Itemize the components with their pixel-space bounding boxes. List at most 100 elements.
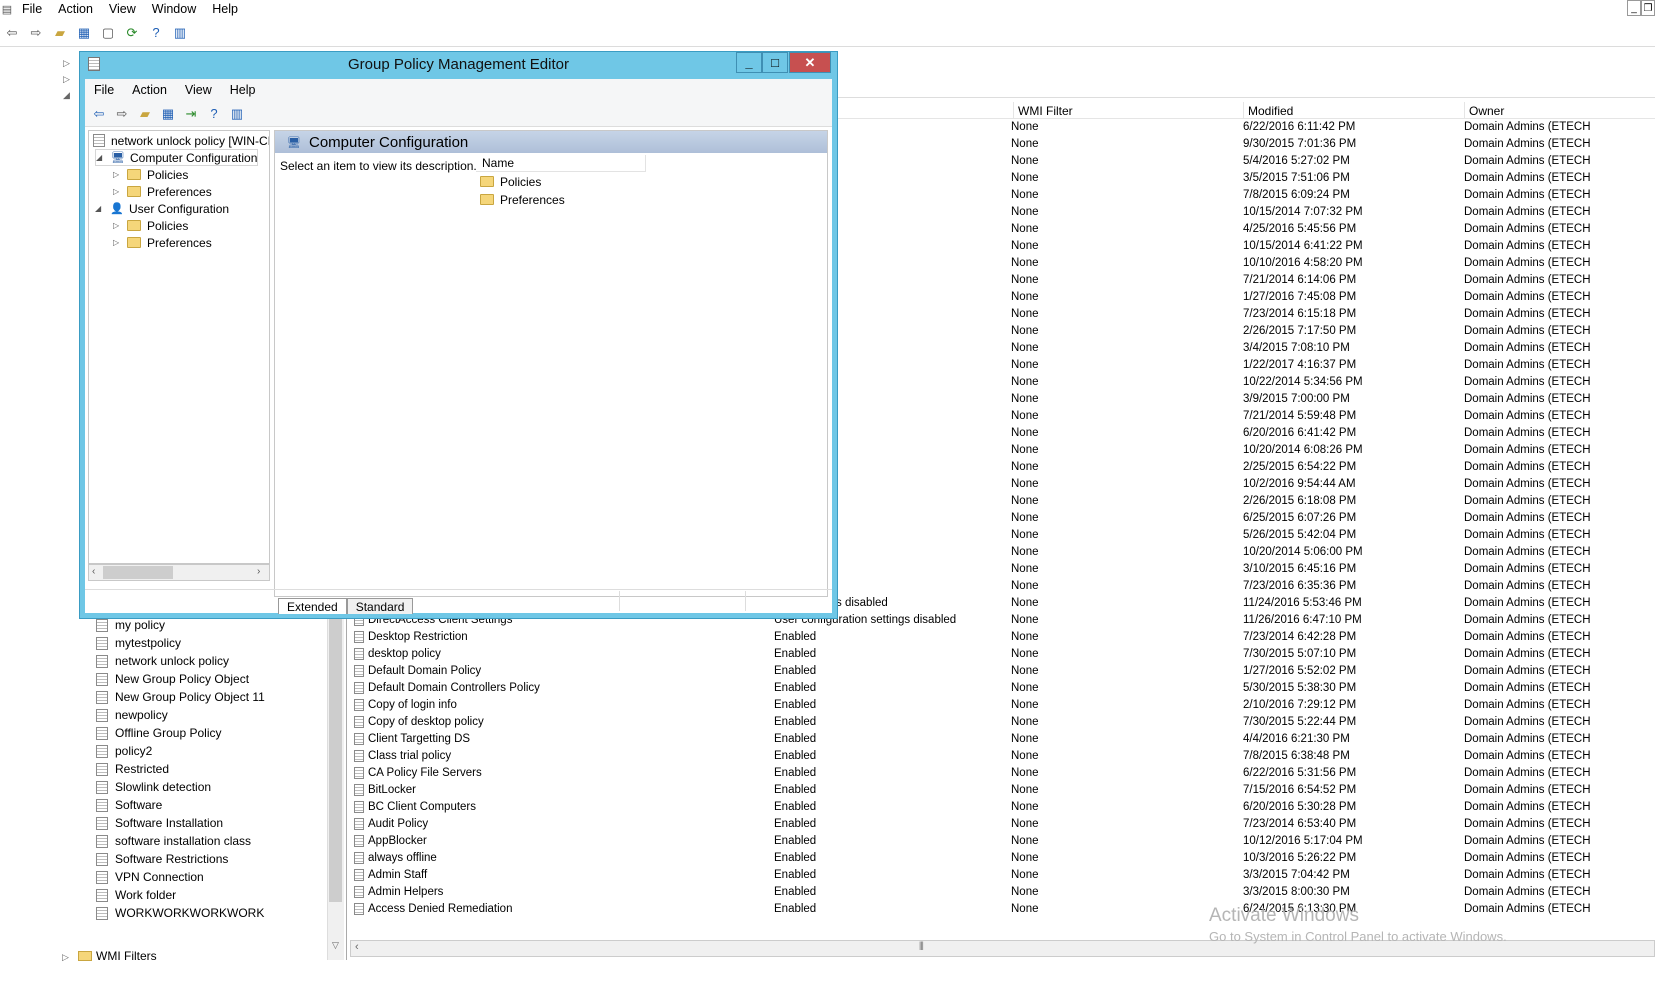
back-icon[interactable]: ⇦ [2, 23, 22, 43]
gpo-list-item[interactable]: WORKWORKWORKWORK [82, 904, 347, 922]
gpo-icon [96, 636, 108, 650]
tree-uc-policies[interactable]: ▷ Policies [113, 217, 188, 234]
col-wmi-filter[interactable]: WMI Filter [1013, 102, 1073, 119]
col-name[interactable]: Name [476, 155, 646, 172]
tree-scroll-thumb[interactable] [103, 566, 173, 579]
table-row[interactable]: Admin Helpers Enabled None 3/3/2015 8:00:30… [352, 884, 1655, 901]
minimize-button[interactable]: _ [736, 52, 762, 73]
bg-menu-view[interactable]: View [101, 2, 144, 16]
table-row[interactable]: Desktop Restriction Enabled None 7/23/2014 … [352, 629, 1655, 646]
gpo-list-item[interactable]: Restricted [82, 760, 347, 778]
export-list-icon[interactable]: ⇥ [181, 104, 201, 124]
gpo-list-item[interactable]: Software Installation [82, 814, 347, 832]
gpo-list-item-label: my policy [115, 618, 166, 632]
cell-modified: 10/10/2016 4:58:20 PM [1243, 257, 1363, 269]
gpo-list-item[interactable]: Offline Group Policy [82, 724, 347, 742]
forward-icon[interactable]: ⇨ [112, 104, 132, 124]
policy-tree: network unlock policy [WIN-CH ◢ 🖥 Comput… [88, 130, 270, 564]
scroll-left-icon[interactable]: ‹ [355, 941, 359, 953]
col-owner[interactable]: Owner [1464, 102, 1504, 119]
gpo-list-item[interactable]: New Group Policy Object 11 [82, 688, 347, 706]
cell-wmi: None [1011, 240, 1039, 252]
expand-icon[interactable]: ▷ [113, 221, 127, 230]
tree-computer-configuration[interactable]: ◢ 🖥 Computer Configuration [95, 149, 259, 166]
gpo-list-item[interactable]: newpolicy [82, 706, 347, 724]
back-icon[interactable]: ⇦ [89, 104, 109, 124]
bg-menu-window[interactable]: Window [144, 2, 204, 16]
gpo-list-item[interactable]: policy2 [82, 742, 347, 760]
table-row[interactable]: Default Domain Controllers Policy Enabled… [352, 680, 1655, 697]
show-hide-tree-icon[interactable]: ▦ [158, 104, 178, 124]
table-row[interactable]: desktop policy Enabled None 7/30/2015 5:07:… [352, 646, 1655, 663]
maximize-button[interactable]: □ [762, 52, 788, 73]
close-button[interactable]: ✕ [789, 52, 831, 73]
bg-minimize-button[interactable]: _ [1627, 0, 1641, 16]
menu-action[interactable]: Action [123, 83, 176, 97]
tree-uc-preferences[interactable]: ▷ Preferences [113, 234, 212, 251]
up-folder-icon[interactable]: ▰ [135, 104, 155, 124]
cell-owner: Domain Admins (ETECH [1464, 308, 1591, 320]
tree-cc-policies[interactable]: ▷ Policies [113, 166, 188, 183]
gpo-list-item[interactable]: software installation class [82, 832, 347, 850]
cell-modified: 9/30/2015 7:01:36 PM [1243, 138, 1357, 150]
detail-item-policies[interactable]: Policies [480, 173, 541, 190]
bg-menu-help[interactable]: Help [204, 2, 246, 16]
collapse-icon[interactable]: ◢ [96, 153, 110, 162]
table-row[interactable]: Admin Staff Enabled None 3/3/2015 7:04:42 P… [352, 867, 1655, 884]
collapse-icon[interactable]: ◢ [95, 204, 109, 213]
menu-file[interactable]: File [85, 83, 123, 97]
table-row[interactable]: Copy of desktop policy Enabled None 7/30/20… [352, 714, 1655, 731]
tree-root[interactable]: network unlock policy [WIN-CH [91, 132, 269, 149]
cell-owner: Domain Admins (ETECH [1464, 682, 1591, 694]
table-row[interactable]: Access Denied Remediation Enabled None 6/24… [352, 901, 1655, 918]
gpo-list-item[interactable]: network unlock policy [82, 652, 347, 670]
forward-icon[interactable]: ⇨ [26, 23, 46, 43]
bg-menu-file[interactable]: File [14, 2, 50, 16]
help-icon[interactable]: ? [204, 104, 224, 124]
help-icon[interactable]: ? [146, 23, 166, 43]
menu-help[interactable]: Help [221, 83, 265, 97]
show-hide-tree-icon[interactable]: ▦ [74, 23, 94, 43]
table-row[interactable]: Default Domain Policy Enabled None 1/27/201… [352, 663, 1655, 680]
left-scroll-thumb[interactable] [329, 612, 342, 902]
gpo-list-item[interactable]: Software Restrictions [82, 850, 347, 868]
tab-standard[interactable]: Standard [346, 598, 414, 614]
expand-icon[interactable]: ▷ [113, 238, 127, 247]
bg-menu-action[interactable]: Action [50, 2, 101, 16]
refresh-icon[interactable]: ⟳ [122, 23, 142, 43]
tree-user-configuration[interactable]: ◢ 👤 User Configuration [95, 200, 229, 217]
table-row[interactable]: BC Client Computers Enabled None 6/20/2016 … [352, 799, 1655, 816]
scroll-left-icon[interactable]: ‹ [92, 566, 95, 577]
expand-icon[interactable]: ▷ [113, 170, 127, 179]
gpo-list-item[interactable]: mytestpolicy [82, 634, 347, 652]
tab-extended[interactable]: Extended [278, 598, 347, 614]
properties-icon[interactable]: ▢ [98, 23, 118, 43]
table-row[interactable]: Copy of login info Enabled None 2/10/2016 7… [352, 697, 1655, 714]
gpo-list-item[interactable]: VPN Connection [82, 868, 347, 886]
scroll-down-icon[interactable]: ▽ [332, 940, 339, 951]
table-row[interactable]: CA Policy File Servers Enabled None 6/22/20… [352, 765, 1655, 782]
detail-item-preferences[interactable]: Preferences [480, 191, 565, 208]
wmi-expander-icon[interactable]: ▷ [62, 952, 69, 963]
tree-horizontal-scrollbar[interactable]: ‹ › [88, 564, 270, 581]
gpo-list-item[interactable]: Software [82, 796, 347, 814]
table-row[interactable]: always offline Enabled None 10/3/2016 5:26:… [352, 850, 1655, 867]
table-row[interactable]: Audit Policy Enabled None 7/23/2014 6:53:40… [352, 816, 1655, 833]
gpo-list-item[interactable]: Work folder [82, 886, 347, 904]
table-row[interactable]: AppBlocker Enabled None 10/12/2016 5:17:04 … [352, 833, 1655, 850]
view-icon[interactable]: ▥ [227, 104, 247, 124]
table-row[interactable]: Class trial policy Enabled None 7/8/2015 6:… [352, 748, 1655, 765]
view-icon[interactable]: ▥ [170, 23, 190, 43]
gpo-list-item[interactable]: New Group Policy Object [82, 670, 347, 688]
expand-icon[interactable]: ▷ [113, 187, 127, 196]
wmi-filters-item[interactable]: WMI Filters [96, 949, 157, 960]
scroll-right-icon[interactable]: › [257, 566, 260, 577]
menu-view[interactable]: View [176, 83, 221, 97]
col-modified[interactable]: Modified [1243, 102, 1293, 119]
gpo-list-item[interactable]: Slowlink detection [82, 778, 347, 796]
bg-restore-button[interactable]: ❐ [1641, 0, 1655, 16]
up-folder-icon[interactable]: ▰ [50, 23, 70, 43]
table-row[interactable]: BitLocker Enabled None 7/15/2016 6:54:52 PM… [352, 782, 1655, 799]
tree-cc-preferences[interactable]: ▷ Preferences [113, 183, 212, 200]
table-row[interactable]: Client Targetting DS Enabled None 4/4/2016 … [352, 731, 1655, 748]
